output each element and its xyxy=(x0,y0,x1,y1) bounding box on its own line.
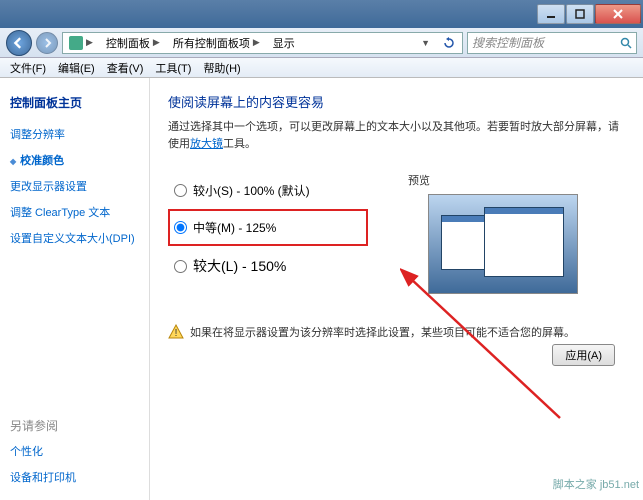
menu-file[interactable]: 文件(F) xyxy=(4,58,52,78)
desc-text2: 工具。 xyxy=(223,138,256,150)
breadcrumb-display[interactable]: 显示 xyxy=(267,33,302,53)
menu-bar: 文件(F) 编辑(E) 查看(V) 工具(T) 帮助(H) xyxy=(0,58,643,78)
search-placeholder: 搜索控制面板 xyxy=(472,34,544,51)
minimize-button[interactable] xyxy=(537,4,565,24)
sidebar-link-devices[interactable]: 设备和打印机 xyxy=(8,464,141,490)
radio-medium[interactable] xyxy=(174,221,187,234)
breadcrumb-root[interactable]: ▶ xyxy=(63,33,100,53)
control-panel-icon xyxy=(69,36,83,50)
crumb-label: 控制面板 xyxy=(106,35,150,51)
chevron-right-icon: ▶ xyxy=(253,37,260,48)
sidebar-item-resolution[interactable]: 调整分辨率 xyxy=(8,121,141,147)
main-panel: 使阅读屏幕上的内容更容易 通过选择其中一个选项，可以更改屏幕上的文本大小以及其他… xyxy=(150,78,643,500)
option-label: 中等(M) - 125% xyxy=(193,219,276,236)
maximize-button[interactable] xyxy=(566,4,594,24)
magnifier-link[interactable]: 放大镜 xyxy=(190,138,223,150)
preview-column: 预览 xyxy=(408,172,625,294)
address-bar: ▶ 控制面板 ▶ 所有控制面板项 ▶ 显示 ▼ 搜索控制面板 xyxy=(0,28,643,58)
preview-label: 预览 xyxy=(408,172,625,188)
warning-icon: ! xyxy=(168,324,184,340)
chevron-down-icon: ▼ xyxy=(421,38,430,48)
crumb-label: 显示 xyxy=(273,35,295,51)
svg-text:!: ! xyxy=(175,328,178,339)
option-label: 较大(L) - 150% xyxy=(193,256,286,276)
sidebar-item-dpi[interactable]: 设置自定义文本大小(DPI) xyxy=(8,225,141,251)
crumb-label: 所有控制面板项 xyxy=(173,35,250,51)
close-button[interactable] xyxy=(595,4,641,24)
refresh-button[interactable] xyxy=(437,33,462,53)
sidebar-title[interactable]: 控制面板主页 xyxy=(8,88,141,121)
see-also-header: 另请参阅 xyxy=(8,413,141,438)
size-options: 较小(S) - 100% (默认) 中等(M) - 125% 较大(L) - 1… xyxy=(168,172,368,294)
menu-tools[interactable]: 工具(T) xyxy=(149,58,197,78)
watermark: 脚本之家 jb51.net xyxy=(553,476,639,492)
page-description: 通过选择其中一个选项，可以更改屏幕上的文本大小以及其他项。若要暂时放大部分屏幕，… xyxy=(168,119,625,152)
radio-small[interactable] xyxy=(174,184,187,197)
preview-image xyxy=(428,194,578,294)
menu-view[interactable]: 查看(V) xyxy=(101,58,150,78)
radio-large[interactable] xyxy=(174,260,187,273)
sidebar-item-cleartype[interactable]: 调整 ClearType 文本 xyxy=(8,199,141,225)
sidebar-item-monitor[interactable]: 更改显示器设置 xyxy=(8,173,141,199)
search-icon xyxy=(620,37,632,49)
warning-row: ! 如果在将显示器设置为该分辨率时选择此设置，某些项目可能不适合您的屏幕。 xyxy=(168,324,625,340)
page-heading: 使阅读屏幕上的内容更容易 xyxy=(168,92,625,111)
menu-edit[interactable]: 编辑(E) xyxy=(52,58,101,78)
menu-help[interactable]: 帮助(H) xyxy=(197,58,246,78)
chevron-right-icon: ▶ xyxy=(86,37,93,48)
apply-button[interactable]: 应用(A) xyxy=(552,344,615,366)
chevron-right-icon: ▶ xyxy=(153,37,160,48)
search-input[interactable]: 搜索控制面板 xyxy=(467,32,637,54)
breadcrumb-all-items[interactable]: 所有控制面板项 ▶ xyxy=(167,33,267,53)
back-button[interactable] xyxy=(6,30,32,56)
sidebar: 控制面板主页 调整分辨率 校准颜色 更改显示器设置 调整 ClearType 文… xyxy=(0,78,150,500)
forward-button[interactable] xyxy=(36,32,58,54)
option-label: 较小(S) - 100% (默认) xyxy=(193,182,310,199)
sidebar-item-calibrate[interactable]: 校准颜色 xyxy=(8,147,141,173)
option-medium[interactable]: 中等(M) - 125% xyxy=(168,209,368,246)
breadcrumb-dropdown[interactable]: ▼ xyxy=(415,33,437,53)
sidebar-link-personalization[interactable]: 个性化 xyxy=(8,438,141,464)
breadcrumb[interactable]: ▶ 控制面板 ▶ 所有控制面板项 ▶ 显示 ▼ xyxy=(62,32,463,54)
warning-text: 如果在将显示器设置为该分辨率时选择此设置，某些项目可能不适合您的屏幕。 xyxy=(190,324,575,340)
content-area: 控制面板主页 调整分辨率 校准颜色 更改显示器设置 调整 ClearType 文… xyxy=(0,78,643,500)
breadcrumb-control-panel[interactable]: 控制面板 ▶ xyxy=(100,33,167,53)
option-small[interactable]: 较小(S) - 100% (默认) xyxy=(168,172,368,209)
option-large[interactable]: 较大(L) - 150% xyxy=(168,246,368,286)
refresh-icon xyxy=(443,37,455,49)
window-titlebar xyxy=(0,0,643,28)
